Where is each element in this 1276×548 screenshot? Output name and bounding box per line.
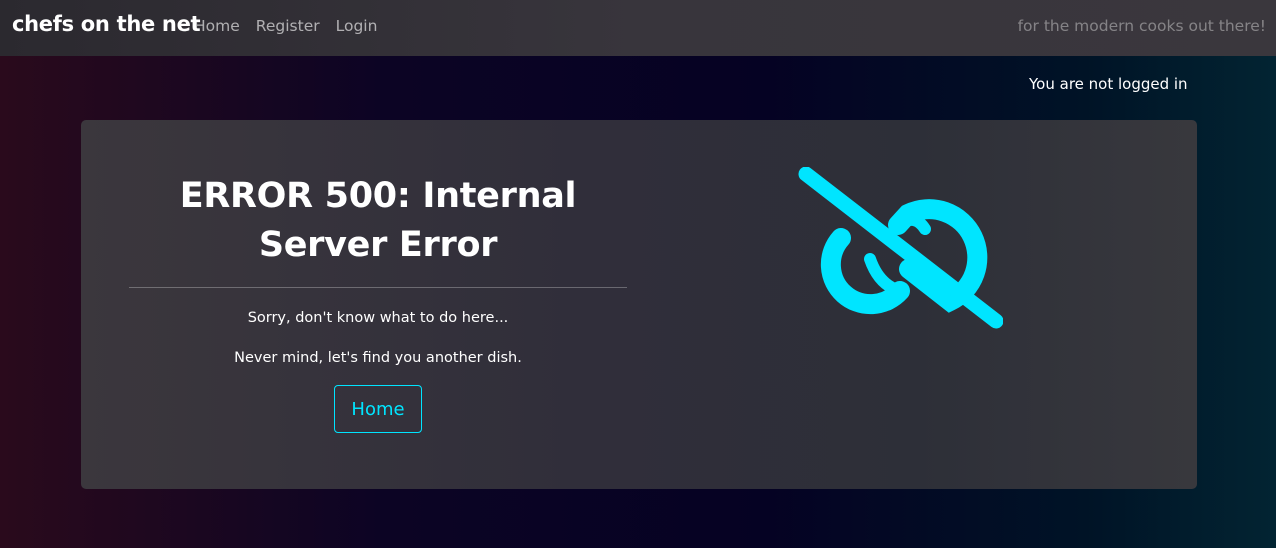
left-chain-inner: [864, 253, 906, 297]
error-card: ERROR 500: Internal Server Error Sorry, …: [81, 120, 1197, 489]
right-chain-inner: [892, 213, 931, 235]
error-message: Sorry, don't know what to do here...: [247, 310, 509, 326]
broken-link-icon: [798, 167, 1003, 329]
error-content: ERROR 500: Internal Server Error Sorry, …: [129, 120, 627, 433]
home-button[interactable]: Home: [334, 385, 422, 433]
error-suggestion: Never mind, let's find you another dish.: [234, 350, 522, 366]
nav-link-login[interactable]: Login: [336, 17, 378, 35]
navbar: chefs on the net Home Register Login for…: [0, 0, 1276, 56]
nav-link-register[interactable]: Register: [256, 17, 320, 35]
tagline: for the modern cooks out there!: [1017, 17, 1266, 35]
nav-link-home[interactable]: Home: [194, 17, 240, 35]
error-title: ERROR 500: Internal Server Error: [179, 176, 577, 265]
login-status: You are not logged in: [1029, 75, 1188, 93]
nav-links: Home Register Login: [194, 17, 393, 35]
brand-logo-text[interactable]: chefs on the net: [12, 12, 201, 36]
divider: [129, 287, 627, 288]
